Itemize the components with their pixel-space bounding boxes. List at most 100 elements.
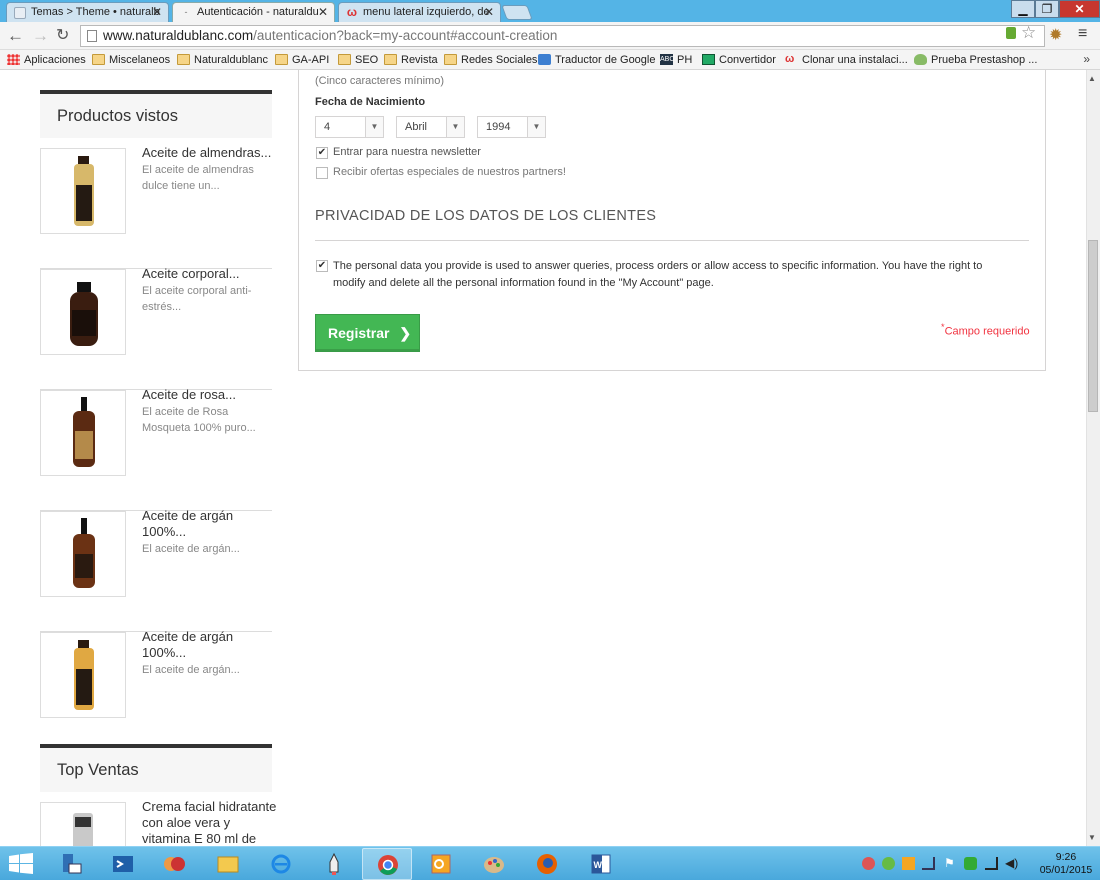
product-thumbnail[interactable] — [40, 148, 126, 234]
scroll-down-arrow-icon[interactable]: ▼ — [1088, 833, 1096, 842]
extension-icon[interactable] — [1006, 27, 1016, 39]
tab-close-icon[interactable]: ✕ — [318, 5, 328, 19]
tab-temas[interactable]: Temas > Theme • naturalb ✕ — [6, 2, 169, 22]
product-thumbnail[interactable] — [40, 511, 126, 597]
product-name[interactable]: Aceite corporal... — [142, 266, 274, 282]
tab-autenticacion[interactable]: - Autenticación - naturaldu ✕ — [172, 2, 335, 23]
privacy-checkbox[interactable]: ✔ — [316, 260, 328, 272]
top-sales-item[interactable]: Crema facial hidratante con aloe vera y … — [40, 799, 276, 846]
privacy-text[interactable]: The personal data you provide is used to… — [333, 258, 1013, 292]
back-arrow-icon[interactable]: ← — [7, 26, 24, 46]
tab-close-icon[interactable]: ✕ — [484, 5, 494, 19]
product-thumbnail[interactable] — [40, 390, 126, 476]
server-icon — [63, 854, 82, 874]
viewed-product-item[interactable]: Aceite de argán 100%... El aceite de arg… — [40, 629, 274, 753]
bookmark-label: GA-API — [292, 54, 330, 66]
paint-palette-icon — [484, 857, 504, 873]
bookmark-star-icon[interactable]: ☆ — [1021, 23, 1036, 43]
taskbar-firefox[interactable] — [522, 848, 572, 880]
bookmark-redes-sociales[interactable]: Redes Sociales — [444, 53, 537, 67]
birth-year-select[interactable]: 1994 ▼ — [477, 116, 546, 138]
bookmark-prueba-prestashop[interactable]: Prueba Prestashop ... — [914, 53, 1037, 67]
bookmark-ph[interactable]: ABC PH — [660, 53, 692, 67]
taskbar-outlook[interactable] — [416, 848, 466, 880]
viewed-product-item[interactable]: Aceite de almendras... El aceite de alme… — [40, 145, 274, 269]
tray-update-icon[interactable] — [862, 857, 875, 870]
viewed-product-item[interactable]: Aceite corporal... El aceite corporal an… — [40, 266, 274, 390]
product-thumbnail[interactable] — [40, 802, 126, 846]
product-description: El aceite de almendras dulce tiene un... — [142, 164, 254, 192]
bookmark-label: Miscelaneos — [109, 54, 171, 66]
address-bar[interactable]: www.naturaldublanc.com/autenticacion?bac… — [80, 25, 1045, 47]
forward-arrow-icon[interactable]: → — [32, 26, 49, 46]
scroll-up-arrow-icon[interactable]: ▲ — [1088, 74, 1096, 83]
svg-text:W: W — [594, 860, 603, 870]
scroll-thumb[interactable] — [1088, 240, 1098, 412]
bottle-image — [74, 640, 94, 710]
selected-value: Abril — [405, 121, 428, 133]
tab-menu-lateral[interactable]: ω menu lateral izquierdo, de ✕ — [338, 2, 501, 22]
bottle-image — [70, 282, 98, 346]
bottle-image — [73, 518, 95, 588]
newsletter-checkbox[interactable]: ✔ — [316, 147, 328, 159]
register-button[interactable]: Registrar ❯ — [315, 314, 420, 352]
taskbar-paint[interactable] — [469, 848, 519, 880]
product-name[interactable]: Crema facial hidratante con aloe vera y … — [142, 799, 277, 846]
taskbar-games[interactable] — [150, 848, 200, 880]
tray-security-icon[interactable] — [964, 857, 977, 870]
taskbar-word[interactable]: W — [576, 848, 626, 880]
windows-start-icon[interactable] — [8, 853, 34, 875]
bookmark-revista[interactable]: Revista — [384, 53, 438, 67]
bookmark-miscelaneos[interactable]: Miscelaneos — [92, 53, 170, 67]
partners-label[interactable]: Recibir ofertas especiales de nuestros p… — [333, 166, 566, 178]
tray-outlook-icon[interactable] — [902, 857, 915, 870]
bookmark-convertidor[interactable]: Convertidor — [702, 53, 776, 67]
bookmark-naturaldublanc[interactable]: Naturaldublanc — [177, 53, 268, 67]
system-clock[interactable]: 9:26 05/01/2015 — [1036, 851, 1096, 877]
word-icon: W — [591, 854, 611, 874]
dropdown-arrow-icon: ▼ — [527, 117, 545, 137]
page-viewport: Productos vistos Aceite de almendras... … — [0, 70, 1086, 846]
bookmark-ga-api[interactable]: GA-API — [275, 53, 329, 67]
birth-date-label: Fecha de Nacimiento — [315, 96, 426, 108]
tray-flag-icon[interactable]: ⚑ — [944, 857, 957, 870]
bookmark-seo[interactable]: SEO — [338, 53, 378, 67]
tray-signal-icon[interactable] — [922, 857, 935, 870]
tray-volume-icon[interactable]: ◀) — [1005, 857, 1018, 870]
product-name[interactable]: Aceite de almendras... — [142, 145, 274, 161]
product-name[interactable]: Aceite de rosa... — [142, 387, 274, 403]
taskbar-file-manager[interactable] — [46, 848, 96, 880]
extension-gear-icon[interactable]: ✹ — [1049, 25, 1062, 45]
birth-day-select[interactable]: 4 ▼ — [315, 116, 384, 138]
newsletter-label[interactable]: Entrar para nuestra newsletter — [333, 146, 481, 158]
taskbar-explorer[interactable] — [203, 848, 253, 880]
taskbar-internet-explorer[interactable] — [256, 848, 306, 880]
viewed-product-item[interactable]: Aceite de argán 100%... El aceite de arg… — [40, 508, 274, 632]
page-scrollbar[interactable] — [1086, 70, 1100, 846]
product-name[interactable]: Aceite de argán 100%... — [142, 629, 274, 661]
bookmark-clonar[interactable]: ω Clonar una instalaci... — [785, 53, 908, 67]
taskbar-chrome[interactable] — [362, 848, 412, 880]
menu-icon[interactable]: ≡ — [1078, 25, 1087, 43]
excel-icon — [702, 54, 715, 65]
taskbar-powershell[interactable] — [98, 848, 148, 880]
product-thumbnail[interactable] — [40, 269, 126, 355]
tray-wifi-icon[interactable] — [985, 857, 998, 870]
restore-button[interactable]: ❐ — [1035, 0, 1059, 18]
rocket-icon — [329, 852, 339, 875]
tab-close-icon[interactable]: ✕ — [152, 5, 162, 19]
new-tab-button[interactable] — [501, 5, 533, 20]
minimize-button[interactable]: ▁ — [1011, 0, 1035, 18]
reload-icon[interactable]: ↻ — [56, 26, 69, 46]
partners-checkbox[interactable] — [316, 167, 328, 179]
bookmark-traductor[interactable]: Traductor de Google — [538, 53, 655, 67]
bookmark-aplicaciones[interactable]: Aplicaciones — [7, 53, 86, 67]
viewed-product-item[interactable]: Aceite de rosa... El aceite de Rosa Mosq… — [40, 387, 274, 511]
birth-month-select[interactable]: Abril ▼ — [396, 116, 465, 138]
close-window-button[interactable]: ✕ — [1059, 0, 1100, 18]
product-name[interactable]: Aceite de argán 100%... — [142, 508, 274, 540]
product-thumbnail[interactable] — [40, 632, 126, 718]
tray-network-app-icon[interactable] — [882, 857, 895, 870]
taskbar-rocket-app[interactable] — [309, 848, 359, 880]
more-bookmarks-icon[interactable]: » — [1083, 52, 1090, 66]
